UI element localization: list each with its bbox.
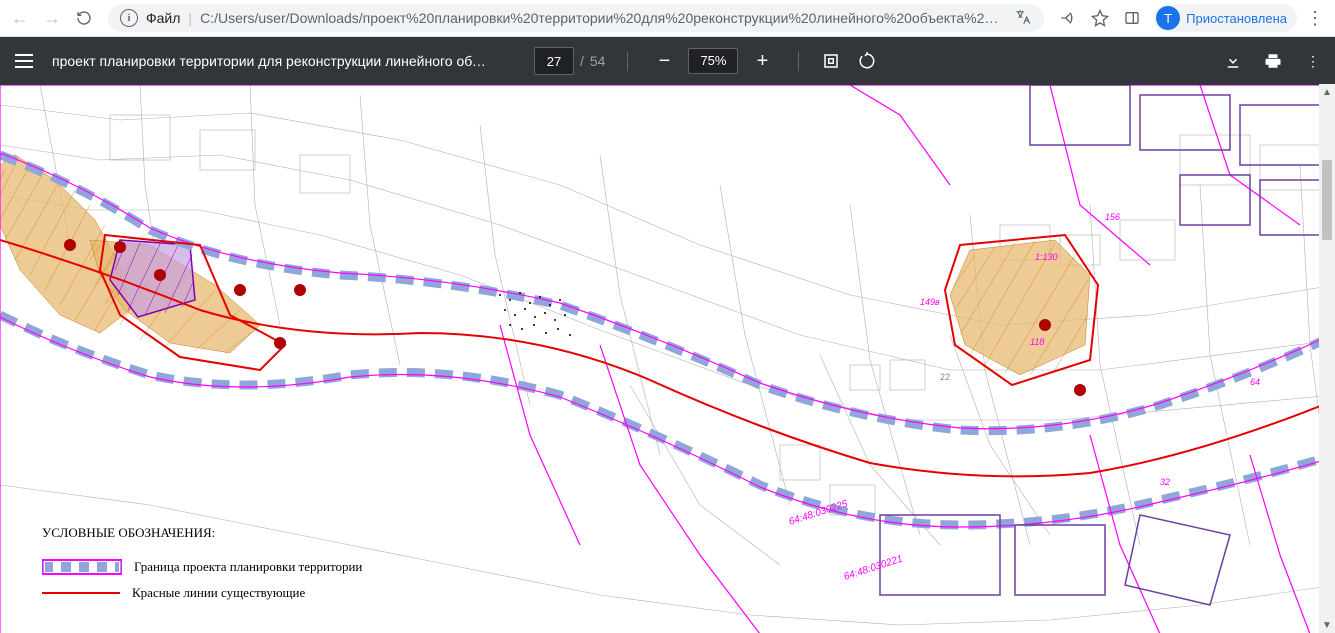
- lot-label: 118: [1030, 337, 1044, 347]
- browser-menu-icon[interactable]: ⋮: [1301, 4, 1329, 32]
- profile-chip[interactable]: Т Приостановлена: [1154, 4, 1297, 32]
- page-indicator: / 54: [534, 47, 605, 75]
- toolbar-divider: [627, 51, 628, 71]
- zoom-in-button[interactable]: +: [748, 47, 776, 75]
- pdf-more-icon[interactable]: ⋮: [1303, 51, 1323, 71]
- lot-label: 32: [1160, 477, 1170, 487]
- url-scheme-label: Файл: [146, 10, 180, 26]
- side-panel-icon[interactable]: [1118, 4, 1146, 32]
- map-legend: УСЛОВНЫЕ ОБОЗНАЧЕНИЯ: Граница проекта пл…: [42, 525, 362, 611]
- page-input[interactable]: [534, 47, 574, 75]
- print-icon[interactable]: [1263, 51, 1283, 71]
- page-separator: /: [580, 53, 584, 69]
- rotate-icon[interactable]: [857, 51, 877, 71]
- reload-button[interactable]: [70, 4, 98, 32]
- page-total: 54: [590, 53, 606, 69]
- lot-label: 156: [1105, 212, 1120, 222]
- zoom-out-button[interactable]: −: [650, 47, 678, 75]
- translate-icon[interactable]: [1014, 8, 1032, 29]
- zoom-level: 75%: [688, 48, 738, 74]
- url-text: C:/Users/user/Downloads/проект%20планиро…: [200, 10, 1006, 26]
- lot-label: 64: [1250, 377, 1260, 387]
- share-icon[interactable]: [1054, 4, 1082, 32]
- scroll-thumb[interactable]: [1322, 160, 1332, 240]
- download-icon[interactable]: [1223, 51, 1243, 71]
- vertical-scrollbar[interactable]: ▲ ▼: [1319, 84, 1335, 633]
- back-button[interactable]: ←: [6, 4, 34, 32]
- pdf-toolbar: проект планировки территории для реконст…: [0, 37, 1335, 85]
- pdf-menu-icon[interactable]: [12, 49, 36, 73]
- avatar: Т: [1156, 6, 1180, 30]
- bookmark-icon[interactable]: [1086, 4, 1114, 32]
- toolbar-divider: [798, 51, 799, 71]
- lot-label: 149в: [920, 297, 940, 307]
- forward-button[interactable]: →: [38, 4, 66, 32]
- browser-nav-bar: ← → i Файл | C:/Users/user/Downloads/про…: [0, 0, 1335, 37]
- document-title: проект планировки территории для реконст…: [52, 53, 492, 69]
- address-bar[interactable]: i Файл | C:/Users/user/Downloads/проект%…: [108, 4, 1044, 32]
- profile-status-label: Приостановлена: [1186, 11, 1287, 26]
- legend-label-boundary: Граница проекта планировки территории: [134, 559, 362, 575]
- zoom-controls: − 75% +: [650, 47, 776, 75]
- info-icon: i: [120, 9, 138, 27]
- lot-label: 1:130: [1035, 252, 1058, 262]
- legend-row-boundary: Граница проекта планировки территории: [42, 559, 362, 575]
- pdf-page-content[interactable]: 64:48:030225 64:48:030221 156 149в 118 2…: [0, 85, 1335, 633]
- legend-title: УСЛОВНЫЕ ОБОЗНАЧЕНИЯ:: [42, 525, 362, 541]
- scroll-up-icon[interactable]: ▲: [1319, 84, 1335, 100]
- legend-swatch-boundary: [42, 559, 122, 575]
- cadastral-label-2: 64:48:030221: [843, 553, 905, 582]
- legend-label-red-lines: Красные линии существующие: [132, 585, 305, 601]
- fit-page-icon[interactable]: [821, 51, 841, 71]
- legend-swatch-red: [42, 586, 120, 600]
- scroll-down-icon[interactable]: ▼: [1319, 617, 1335, 633]
- legend-row-red-lines: Красные линии существующие: [42, 585, 362, 601]
- url-separator: |: [188, 10, 192, 26]
- lot-label: 22: [940, 372, 950, 382]
